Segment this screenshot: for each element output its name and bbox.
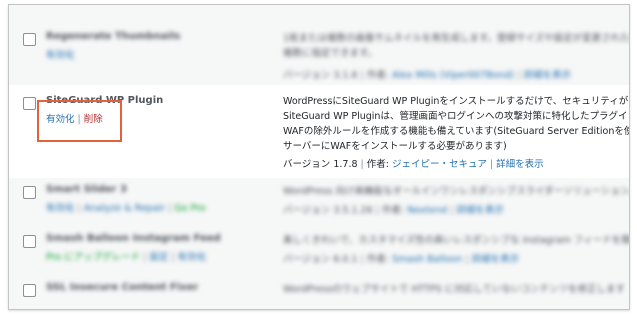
- activate-link[interactable]: 有効化: [178, 252, 207, 263]
- plugin-meta: バージョン 3.5.1.26 | 作者: Nextend | 詳細を表示: [283, 202, 504, 216]
- version-text: バージョン 3.1.6: [283, 70, 358, 81]
- description-line: 複数に指定できます。: [283, 48, 378, 59]
- plugin-row-regenerate-thumbnails: Regenerate Thumbnails 有効化 1枚または複数の画像サムネイ…: [9, 5, 630, 86]
- separator: |: [375, 205, 379, 216]
- plugin-checkbox[interactable]: [23, 284, 36, 297]
- plugin-description: WordPressのウェブサイトで HTTPS に対応していないコンテンツを修正…: [283, 282, 625, 297]
- activate-link[interactable]: 有効化: [46, 203, 75, 214]
- plugin-description: WordPressにSiteGuard WP Pluginをインストールするだけ…: [283, 94, 630, 154]
- details-link[interactable]: 詳細を表示: [472, 254, 520, 265]
- plugin-meta: バージョン 3.1.6 | 作者: Alex Mills (Viper007Bo…: [283, 67, 571, 81]
- author-link[interactable]: ジェイピー・セキュア: [392, 159, 487, 170]
- description-line: 1枚または複数の画像サムネイルを再生成します。登録サイズや設定が変更された画像に: [283, 33, 630, 44]
- separator: |: [489, 159, 494, 170]
- upgrade-pro-link[interactable]: Pro にアップグレード: [46, 252, 140, 263]
- separator: |: [77, 203, 81, 214]
- analyze-repair-link[interactable]: Analyze & Repair: [84, 203, 165, 214]
- plugin-meta: バージョン 6.0.1 | 作者: Smash Balloon | 詳細を表示: [283, 251, 519, 265]
- author-prefix: 作者:: [381, 205, 405, 216]
- plugin-list: Regenerate Thumbnails 有効化 1枚または複数の画像サムネイ…: [8, 4, 630, 310]
- separator: |: [465, 254, 469, 265]
- separator: |: [450, 205, 454, 216]
- separator: |: [143, 252, 147, 263]
- plugin-checkbox[interactable]: [23, 186, 36, 199]
- plugin-actions: 有効化 | Analyze & Repair | Go Pro: [46, 200, 206, 214]
- plugin-description: 美しくきれいで、カスタマイズ性の高いレスポンシブな Instagram フィード…: [283, 233, 630, 248]
- highlight-box: [37, 100, 122, 142]
- plugin-checkbox[interactable]: [23, 97, 36, 110]
- description-line: WordPressのウェブサイトで HTTPS に対応していないコンテンツを修正…: [283, 284, 626, 295]
- details-link[interactable]: 詳細を表示: [523, 70, 571, 81]
- plugin-row-smart-slider: Smart Slider 3 有効化 | Analyze & Repair | …: [9, 178, 629, 228]
- description-line: SiteGuard WP Pluginは、管理画面やログインへの攻撃対策に特化し…: [283, 111, 630, 122]
- separator: |: [171, 252, 175, 263]
- author-link[interactable]: Nextend: [407, 205, 447, 216]
- plugin-name: SSL Insecure Content Fixer: [46, 282, 199, 293]
- plugin-name: Regenerate Thumbnails: [46, 31, 181, 42]
- settings-link[interactable]: 設定: [149, 252, 168, 263]
- author-prefix: 作者:: [366, 159, 389, 170]
- details-link[interactable]: 詳細を表示: [496, 159, 544, 170]
- version-text: バージョン 3.5.1.26: [283, 205, 373, 216]
- description-line: 美しくきれいで、カスタマイズ性の高いレスポンシブな Instagram フィード…: [283, 235, 630, 246]
- description-line: WordPress 向け高機能なオールインワンレスポンシブスライダーソリューショ…: [283, 186, 630, 197]
- separator: |: [360, 159, 364, 170]
- plugin-description: 1枚または複数の画像サムネイルを再生成します。登録サイズや設定が変更された画像に…: [283, 31, 630, 61]
- description-line: WAFの除外ルールを作成する機能も備えています(SiteGuard Server…: [283, 126, 629, 137]
- author-prefix: 作者:: [366, 70, 389, 81]
- plugin-checkbox[interactable]: [23, 235, 36, 248]
- separator: |: [360, 70, 364, 81]
- plugin-actions: Pro にアップグレード | 設定 | 有効化: [46, 249, 206, 263]
- plugin-row-ssl-insecure-content-fixer: SSL Insecure Content Fixer WordPressのウェブ…: [9, 277, 629, 309]
- plugin-checkbox[interactable]: [23, 33, 36, 46]
- go-pro-link[interactable]: Go Pro: [174, 203, 205, 214]
- description-line: サーバーにWAFをインストールする必要があります): [283, 141, 507, 152]
- author-link[interactable]: Alex Mills (Viper007Bond): [392, 70, 514, 81]
- version-text: バージョン 1.7.8: [283, 159, 358, 170]
- plugin-name: Smart Slider 3: [46, 184, 127, 195]
- details-link[interactable]: 詳細を表示: [456, 205, 504, 216]
- plugin-actions: 有効化: [46, 47, 75, 61]
- separator: |: [517, 70, 521, 81]
- separator: |: [360, 254, 364, 265]
- author-link[interactable]: Smash Balloon: [392, 254, 462, 265]
- plugin-row-smash-balloon: Smash Balloon Instagram Feed Pro にアップグレー…: [9, 227, 629, 278]
- plugin-name: Smash Balloon Instagram Feed: [46, 233, 221, 244]
- activate-link[interactable]: 有効化: [46, 50, 75, 61]
- separator: |: [168, 203, 172, 214]
- description-line: WordPressにSiteGuard WP Pluginをインストールするだけ…: [283, 96, 630, 107]
- plugin-description: WordPress 向け高機能なオールインワンレスポンシブスライダーソリューショ…: [283, 184, 630, 199]
- version-text: バージョン 6.0.1: [283, 254, 358, 265]
- author-prefix: 作者:: [366, 254, 389, 265]
- plugin-meta: バージョン 1.7.8 | 作者: ジェイピー・セキュア | 詳細を表示: [283, 156, 544, 170]
